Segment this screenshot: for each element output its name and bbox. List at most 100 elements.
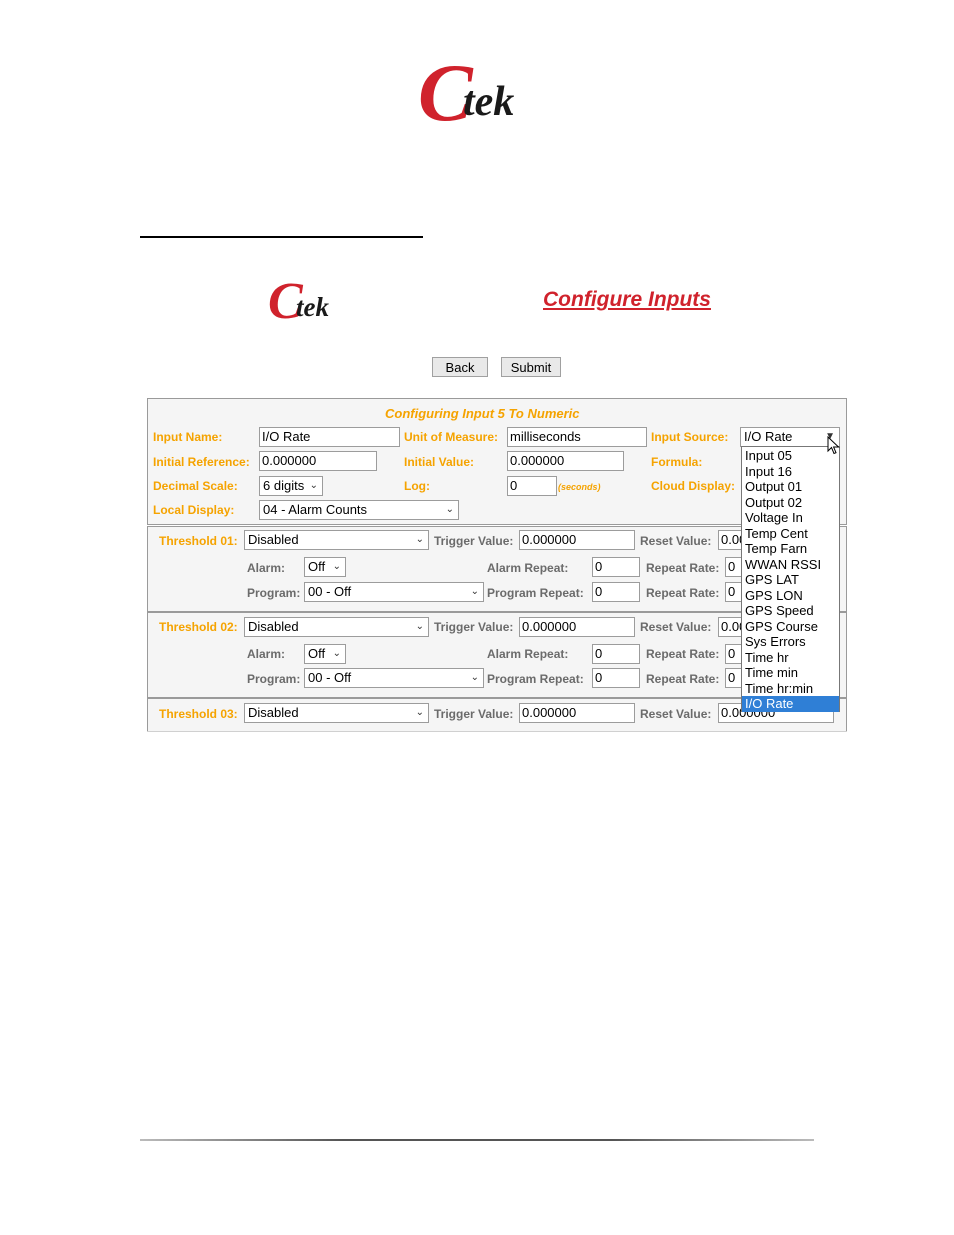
alarm-repeat-field[interactable]: 0 (592, 644, 640, 664)
decimal-scale-select[interactable]: 6 digits ⌄ (259, 476, 323, 496)
program-label: Program: (247, 672, 301, 686)
input-source-option[interactable]: Time hr (742, 650, 839, 666)
input-source-option[interactable]: Temp Cent (742, 526, 839, 542)
input-source-select[interactable]: I/O Rate ▼ (740, 427, 840, 447)
threshold-mode-value: Disabled (248, 705, 299, 720)
form-heading: Configuring Input 5 To Numeric (385, 406, 580, 421)
alarm-repeat-field[interactable]: 0 (592, 557, 640, 577)
alarm-repeat-label: Alarm Repeat: (487, 561, 569, 575)
input-source-option[interactable]: Input 16 (742, 464, 839, 480)
alarm-select[interactable]: Off ⌄ (304, 644, 346, 664)
input-source-option[interactable]: Input 05 (742, 448, 839, 464)
app-logo: C tek (268, 273, 358, 330)
initial-reference-label: Initial Reference: (153, 455, 250, 469)
program-repeat-field[interactable]: 0 (592, 668, 640, 688)
trigger-value-field[interactable]: 0.000000 (519, 617, 635, 637)
input-source-option[interactable]: GPS LAT (742, 572, 839, 588)
input-source-option[interactable]: Sys Errors (742, 634, 839, 650)
logo-tek: tek (463, 79, 515, 125)
input-source-option[interactable]: Temp Farn (742, 541, 839, 557)
trigger-value-field[interactable]: 0.000000 (519, 530, 635, 550)
unit-label: Unit of Measure: (404, 430, 499, 444)
threshold-label: Threshold 01: (159, 534, 238, 548)
threshold-mode-select[interactable]: Disabled ⌄ (244, 703, 429, 723)
submit-button[interactable]: Submit (501, 357, 561, 377)
program-select[interactable]: 00 - Off ⌄ (304, 582, 484, 602)
log-field[interactable]: 0 (507, 476, 557, 496)
input-source-option[interactable]: GPS Speed (742, 603, 839, 619)
input-source-option[interactable]: Time min (742, 665, 839, 681)
threshold-mode-select[interactable]: Disabled ⌄ (244, 617, 429, 637)
trigger-value-label: Trigger Value: (434, 620, 514, 634)
alarm-value: Off (308, 646, 326, 661)
repeat-rate-label: Repeat Rate: (646, 586, 720, 600)
trigger-value-label: Trigger Value: (434, 534, 514, 548)
reset-value-field[interactable]: 0.00 (718, 530, 742, 550)
input-source-option[interactable]: Voltage In (742, 510, 839, 526)
input-source-value: I/O Rate (744, 429, 793, 444)
input-source-option[interactable]: Output 02 (742, 495, 839, 511)
program-repeat-field[interactable]: 0 (592, 582, 640, 602)
repeat-rate-field[interactable]: 0 (725, 668, 742, 688)
top-logo: C tek (418, 47, 548, 138)
cloud-display-label: Cloud Display: (651, 479, 736, 493)
chevron-down-icon: ⌄ (309, 480, 318, 491)
repeat-rate-field[interactable]: 0 (725, 644, 742, 664)
input-name-field[interactable]: I/O Rate (259, 427, 400, 447)
local-display-select[interactable]: 04 - Alarm Counts ⌄ (259, 500, 459, 520)
program-repeat-label: Program Repeat: (487, 672, 584, 686)
initial-value-label: Initial Value: (404, 455, 475, 469)
chevron-down-icon: ⌄ (445, 504, 454, 515)
initial-reference-field[interactable]: 0.000000 (259, 451, 377, 471)
program-select[interactable]: 00 - Off ⌄ (304, 668, 484, 688)
chevron-down-icon: ⌄ (415, 534, 424, 545)
chevron-down-icon: ⌄ (470, 672, 479, 683)
reset-value-label: Reset Value: (640, 620, 712, 634)
repeat-rate-label: Repeat Rate: (646, 561, 720, 575)
threshold-label: Threshold 02: (159, 620, 238, 634)
program-label: Program: (247, 586, 301, 600)
input-source-option[interactable]: I/O Rate (742, 696, 839, 712)
chevron-down-icon: ⌄ (415, 621, 424, 632)
app-logo-tek: tek (296, 292, 329, 322)
log-unit: (seconds) (558, 482, 601, 492)
page-title[interactable]: Configure Inputs (543, 288, 711, 312)
initial-value-field[interactable]: 0.000000 (507, 451, 624, 471)
chevron-down-icon: ⌄ (332, 561, 341, 572)
input-name-label: Input Name: (153, 430, 223, 444)
input-source-option[interactable]: Output 01 (742, 479, 839, 495)
local-display-label: Local Display: (153, 503, 235, 517)
chevron-down-icon: ⌄ (470, 586, 479, 597)
local-display-value: 04 - Alarm Counts (263, 502, 368, 517)
source-label: Input Source: (651, 430, 729, 444)
alarm-label: Alarm: (247, 561, 286, 575)
threshold-mode-select[interactable]: Disabled ⌄ (244, 530, 429, 550)
back-button[interactable]: Back (432, 357, 488, 377)
program-value: 00 - Off (308, 670, 352, 685)
reset-value-label: Reset Value: (640, 707, 712, 721)
cropped-edge (147, 731, 847, 732)
repeat-rate-label: Repeat Rate: (646, 672, 720, 686)
formula-label: Formula: (651, 455, 703, 469)
reset-value-label: Reset Value: (640, 534, 712, 548)
footer-rule (140, 1139, 814, 1141)
input-source-option[interactable]: Time hr:min (742, 681, 839, 697)
input-source-option[interactable]: GPS Course (742, 619, 839, 635)
input-source-dropdown[interactable]: Input 05 Input 16 Output 01 Output 02 Voltag… (741, 446, 840, 712)
decimal-scale-value: 6 digits (263, 478, 305, 493)
alarm-select[interactable]: Off ⌄ (304, 557, 346, 577)
trigger-value-field[interactable]: 0.000000 (519, 703, 635, 723)
unit-field[interactable]: milliseconds (507, 427, 647, 447)
reset-value-field[interactable]: 0.00 (718, 617, 742, 637)
repeat-rate-label: Repeat Rate: (646, 647, 720, 661)
input-source-option[interactable]: GPS LON (742, 588, 839, 604)
repeat-rate-field[interactable]: 0 (725, 557, 742, 577)
log-label: Log: (404, 479, 430, 493)
repeat-rate-field[interactable]: 0 (725, 582, 742, 602)
input-source-option[interactable]: WWAN RSSI (742, 557, 839, 573)
threshold-mode-value: Disabled (248, 532, 299, 547)
alarm-repeat-label: Alarm Repeat: (487, 647, 569, 661)
section-underline (140, 236, 423, 238)
alarm-label: Alarm: (247, 647, 286, 661)
threshold-mode-value: Disabled (248, 619, 299, 634)
